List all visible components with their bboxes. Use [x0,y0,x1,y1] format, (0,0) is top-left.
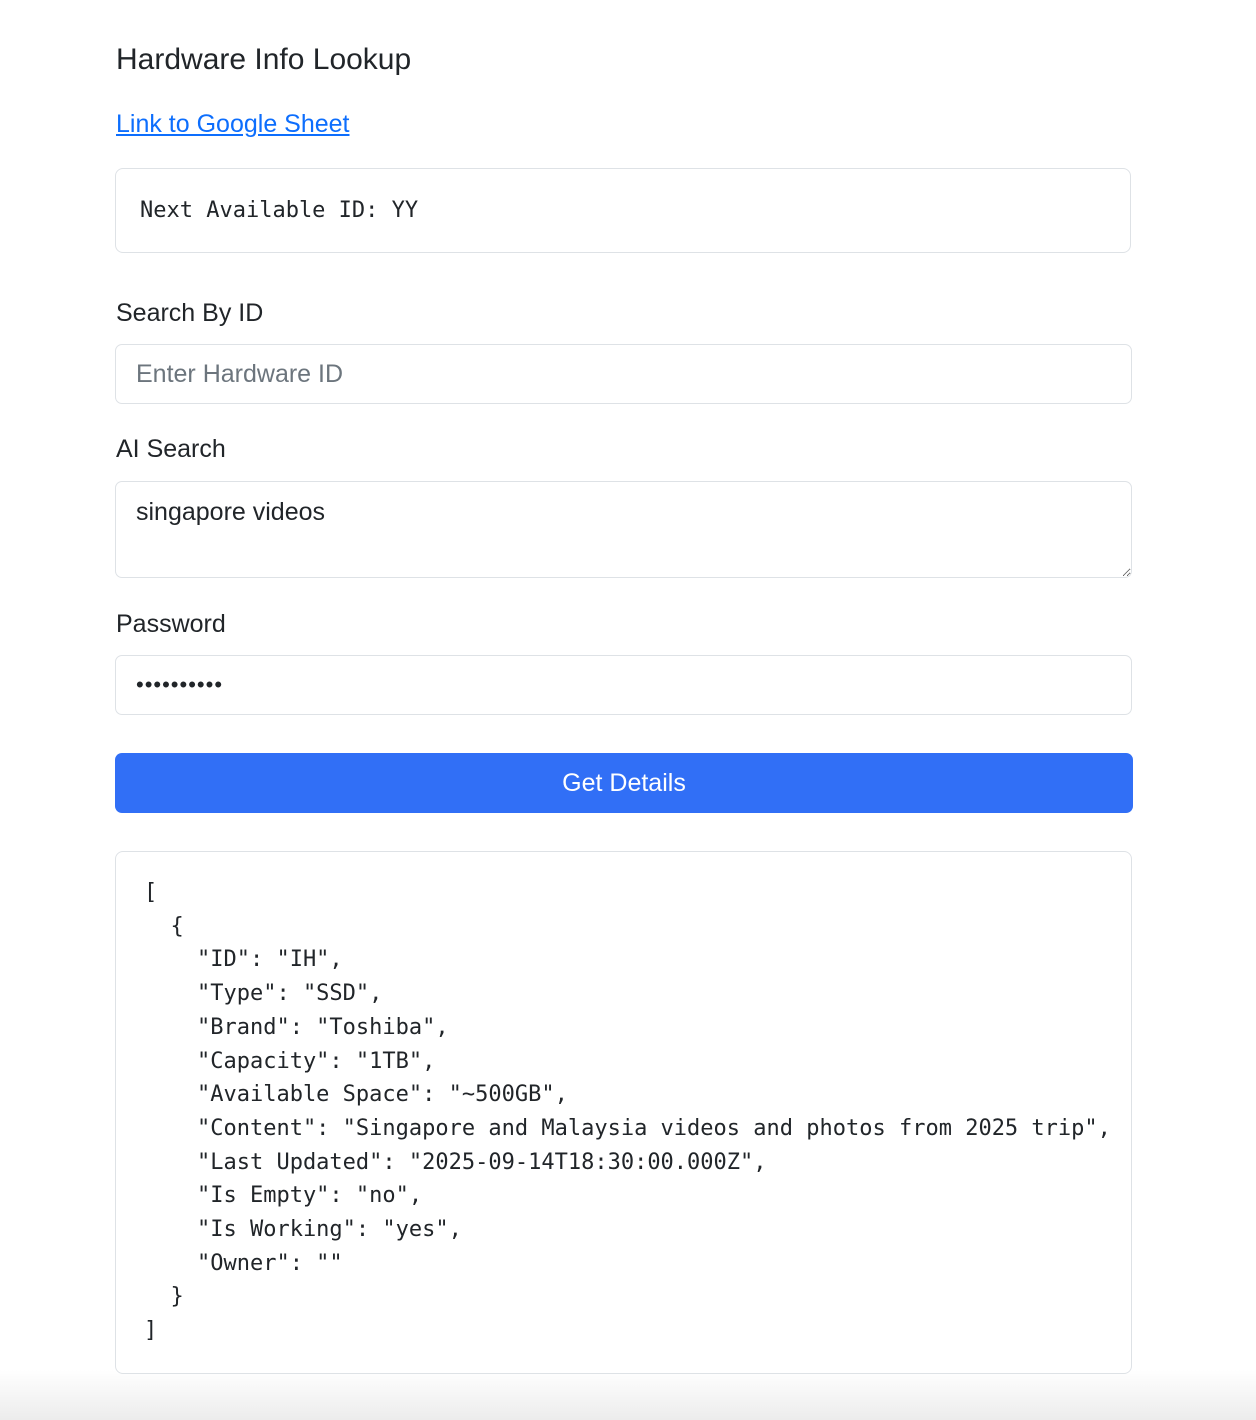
next-available-id-box: Next Available ID: YY [115,168,1131,253]
password-input[interactable] [115,655,1132,715]
ai-search-label: AI Search [116,435,226,463]
result-output-box: [ { "ID": "IH", "Type": "SSD", "Brand": … [115,851,1132,1374]
google-sheet-link[interactable]: Link to Google Sheet [116,108,350,140]
next-available-id-text: Next Available ID: YY [140,198,419,223]
page-title: Hardware Info Lookup [116,43,412,76]
result-json-text: [ { "ID": "IH", "Type": "SSD", "Brand": … [144,880,1111,1344]
search-by-id-label: Search By ID [116,299,264,327]
get-details-button[interactable]: Get Details [115,753,1133,813]
ai-search-textarea[interactable]: singapore videos [115,481,1132,578]
hardware-id-input[interactable] [115,344,1132,404]
password-label: Password [116,610,226,638]
